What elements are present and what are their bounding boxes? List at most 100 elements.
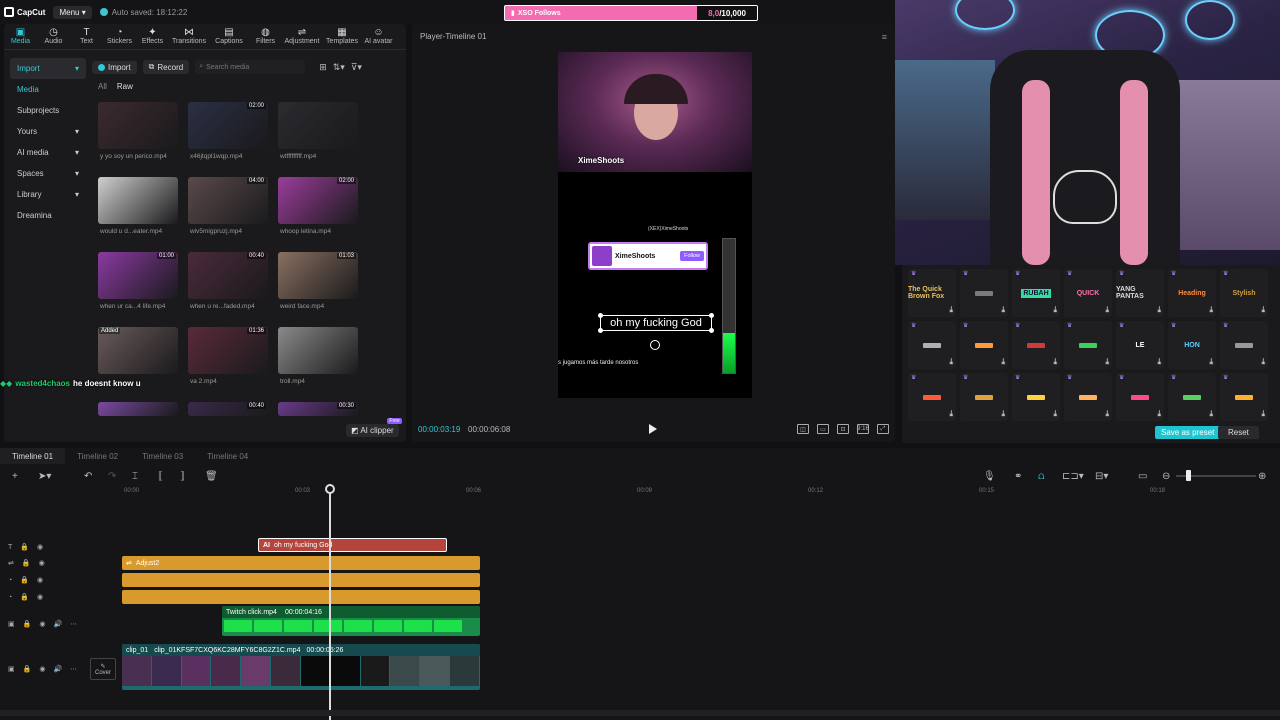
tab-templates[interactable]: ▦ Templates — [322, 24, 362, 49]
eye-icon[interactable]: ◉ — [39, 620, 45, 628]
eye-icon[interactable]: ◉ — [37, 543, 43, 551]
media-item[interactable]: 02:00 whoop letina.mp4 — [278, 177, 358, 246]
media-thumbnail[interactable]: 00:40 — [188, 402, 268, 416]
media-item[interactable]: 02:00 x46jtqpl1wqp.mp4 — [188, 102, 268, 171]
effect-clip[interactable] — [122, 573, 480, 587]
download-icon[interactable]: ⤓ — [1157, 357, 1161, 367]
media-thumbnail[interactable]: 01:00 — [98, 252, 178, 299]
magnet-icon[interactable]: ⩍ — [1038, 471, 1045, 482]
text-preset[interactable]: ♛ ⤓ — [1012, 373, 1060, 421]
sidebar-item-ai-media[interactable]: AI media ▾ — [10, 142, 86, 163]
eye-icon[interactable]: ◉ — [39, 665, 45, 673]
timeline-tab[interactable]: Timeline 02 — [65, 448, 130, 464]
media-thumbnail[interactable]: 02:00 — [188, 102, 268, 149]
media-thumbnail[interactable]: 02:00 — [278, 177, 358, 224]
media-item[interactable]: 00:40 — [188, 402, 268, 418]
eye-icon[interactable]: ◉ — [39, 559, 45, 567]
text-preset[interactable]: ♛ ⤓ — [1064, 321, 1112, 369]
preview-axis-icon[interactable]: ⊟▾ — [1095, 471, 1108, 482]
add-track-icon[interactable]: + — [12, 471, 18, 482]
download-icon[interactable]: ⤓ — [1053, 357, 1057, 367]
media-item[interactable]: 01:36 va 2.mp4 — [188, 327, 268, 396]
timeline-tab[interactable]: Timeline 01 — [0, 448, 66, 464]
sidebar-item-media[interactable]: Media — [10, 79, 86, 100]
download-icon[interactable]: ⤓ — [1105, 357, 1109, 367]
text-preset[interactable]: ♛ The Quick Brown Fox ⤓ — [908, 269, 956, 317]
redo-icon[interactable]: ↷ — [108, 471, 116, 482]
media-item[interactable]: y yo soy un perico.mp4 — [98, 102, 178, 171]
playhead[interactable] — [329, 484, 331, 720]
lock-icon[interactable]: 🔒 — [20, 576, 29, 584]
audio-icon[interactable]: 🔊 — [53, 665, 62, 673]
tab-filters[interactable]: ◍ Filters — [249, 24, 282, 49]
zoom-in-icon[interactable]: ⊕ — [1258, 471, 1266, 482]
download-icon[interactable]: ⤓ — [949, 409, 953, 419]
import-button[interactable]: Import — [92, 60, 137, 74]
download-icon[interactable]: ⤓ — [1209, 305, 1213, 315]
download-icon[interactable]: ⤓ — [1001, 357, 1005, 367]
more-icon[interactable]: ⋯ — [70, 665, 77, 673]
media-thumbnail[interactable] — [278, 327, 358, 374]
media-thumbnail[interactable] — [278, 102, 358, 149]
timeline-scrollbar[interactable] — [0, 710, 1280, 716]
snapshot-icon[interactable]: ◫ — [797, 424, 809, 434]
subtitle-text-box[interactable]: oh my fucking God — [598, 313, 714, 333]
sidebar-item-yours[interactable]: Yours ▾ — [10, 121, 86, 142]
reset-button[interactable]: Reset — [1218, 426, 1259, 439]
media-item[interactable] — [98, 402, 178, 418]
lock-icon[interactable]: 🔒 — [20, 543, 29, 551]
caption-icon[interactable]: ▭ — [1138, 471, 1147, 482]
text-preset[interactable]: ♛ ⤓ — [960, 269, 1008, 317]
menu-button[interactable]: Menu ▾ — [53, 5, 92, 19]
text-preset[interactable]: ♛ ⤓ — [1064, 373, 1112, 421]
split-icon[interactable]: ⌶ — [132, 471, 138, 482]
play-icon[interactable] — [649, 424, 657, 434]
text-preset[interactable]: ♛ ⤓ — [908, 321, 956, 369]
media-item[interactable]: would u d...eater.mp4 — [98, 177, 178, 246]
sidebar-item-spaces[interactable]: Spaces ▾ — [10, 163, 86, 184]
media-item[interactable]: 00:40 when u re...faded.mp4 — [188, 252, 268, 321]
download-icon[interactable]: ⤓ — [949, 305, 953, 315]
tab-adjustment[interactable]: ⇌ Adjustment — [282, 24, 322, 49]
download-icon[interactable]: ⤓ — [1053, 305, 1057, 315]
download-icon[interactable]: ⤓ — [1157, 409, 1161, 419]
audio-icon[interactable]: 🔊 — [53, 620, 62, 628]
media-thumbnail[interactable]: 00:40 — [188, 252, 268, 299]
filter-raw[interactable]: Raw — [117, 82, 133, 91]
filter-icon[interactable]: ⊽▾ — [351, 62, 362, 73]
grid-view-icon[interactable]: ⊞ — [319, 62, 327, 73]
save-as-preset-button[interactable]: Save as preset — [1155, 426, 1221, 439]
download-icon[interactable]: ⤓ — [1001, 409, 1005, 419]
download-icon[interactable]: ⤓ — [1261, 409, 1265, 419]
lock-icon[interactable]: 🔒 — [22, 559, 31, 567]
record-button[interactable]: ⧉ Record — [142, 60, 190, 74]
resize-handle[interactable] — [709, 313, 714, 318]
playhead-handle[interactable] — [325, 484, 335, 494]
text-preset[interactable]: ♛ HON ⤓ — [1168, 321, 1216, 369]
text-preset[interactable]: ♛ ⤓ — [960, 321, 1008, 369]
video-preview[interactable]: XimeShoots (XEX)XimeShoots XimeShoots Fo… — [558, 52, 752, 398]
media-item[interactable]: troll.mp4 — [278, 327, 358, 396]
select-tool-icon[interactable]: ➤▾ — [38, 471, 51, 482]
sort-icon[interactable]: ⇅▾ — [333, 62, 345, 73]
download-icon[interactable]: ⤓ — [1209, 357, 1213, 367]
media-thumbnail[interactable] — [98, 102, 178, 149]
media-thumbnail[interactable]: 04:00 — [188, 177, 268, 224]
media-item[interactable]: 00:30 — [278, 402, 358, 418]
tab-text[interactable]: T Text — [70, 24, 103, 49]
download-icon[interactable]: ⤓ — [1209, 409, 1213, 419]
download-icon[interactable]: ⤓ — [1157, 305, 1161, 315]
download-icon[interactable]: ⤓ — [1105, 409, 1109, 419]
text-preset[interactable]: ♛ RUBAH ⤓ — [1012, 269, 1060, 317]
text-preset[interactable]: ♛ ⤓ — [1012, 321, 1060, 369]
text-preset[interactable]: ♛ ⤓ — [1116, 373, 1164, 421]
timeline-tab[interactable]: Timeline 03 — [130, 448, 195, 464]
media-thumbnail[interactable]: 00:30 — [278, 402, 358, 416]
adjust-clip[interactable]: ⇌ Adjust2 — [122, 556, 480, 570]
text-preset[interactable]: ♛ ⤓ — [960, 373, 1008, 421]
crop-icon[interactable]: ⊡ — [837, 424, 849, 434]
link-icon[interactable]: ⚭ — [1014, 471, 1022, 482]
more-icon[interactable]: ⋯ — [70, 620, 77, 628]
twitch-click-clip[interactable]: Twitch click.mp4 00:00:04:16 — [222, 606, 480, 636]
media-item[interactable]: wtfffffffff.mp4 — [278, 102, 358, 171]
